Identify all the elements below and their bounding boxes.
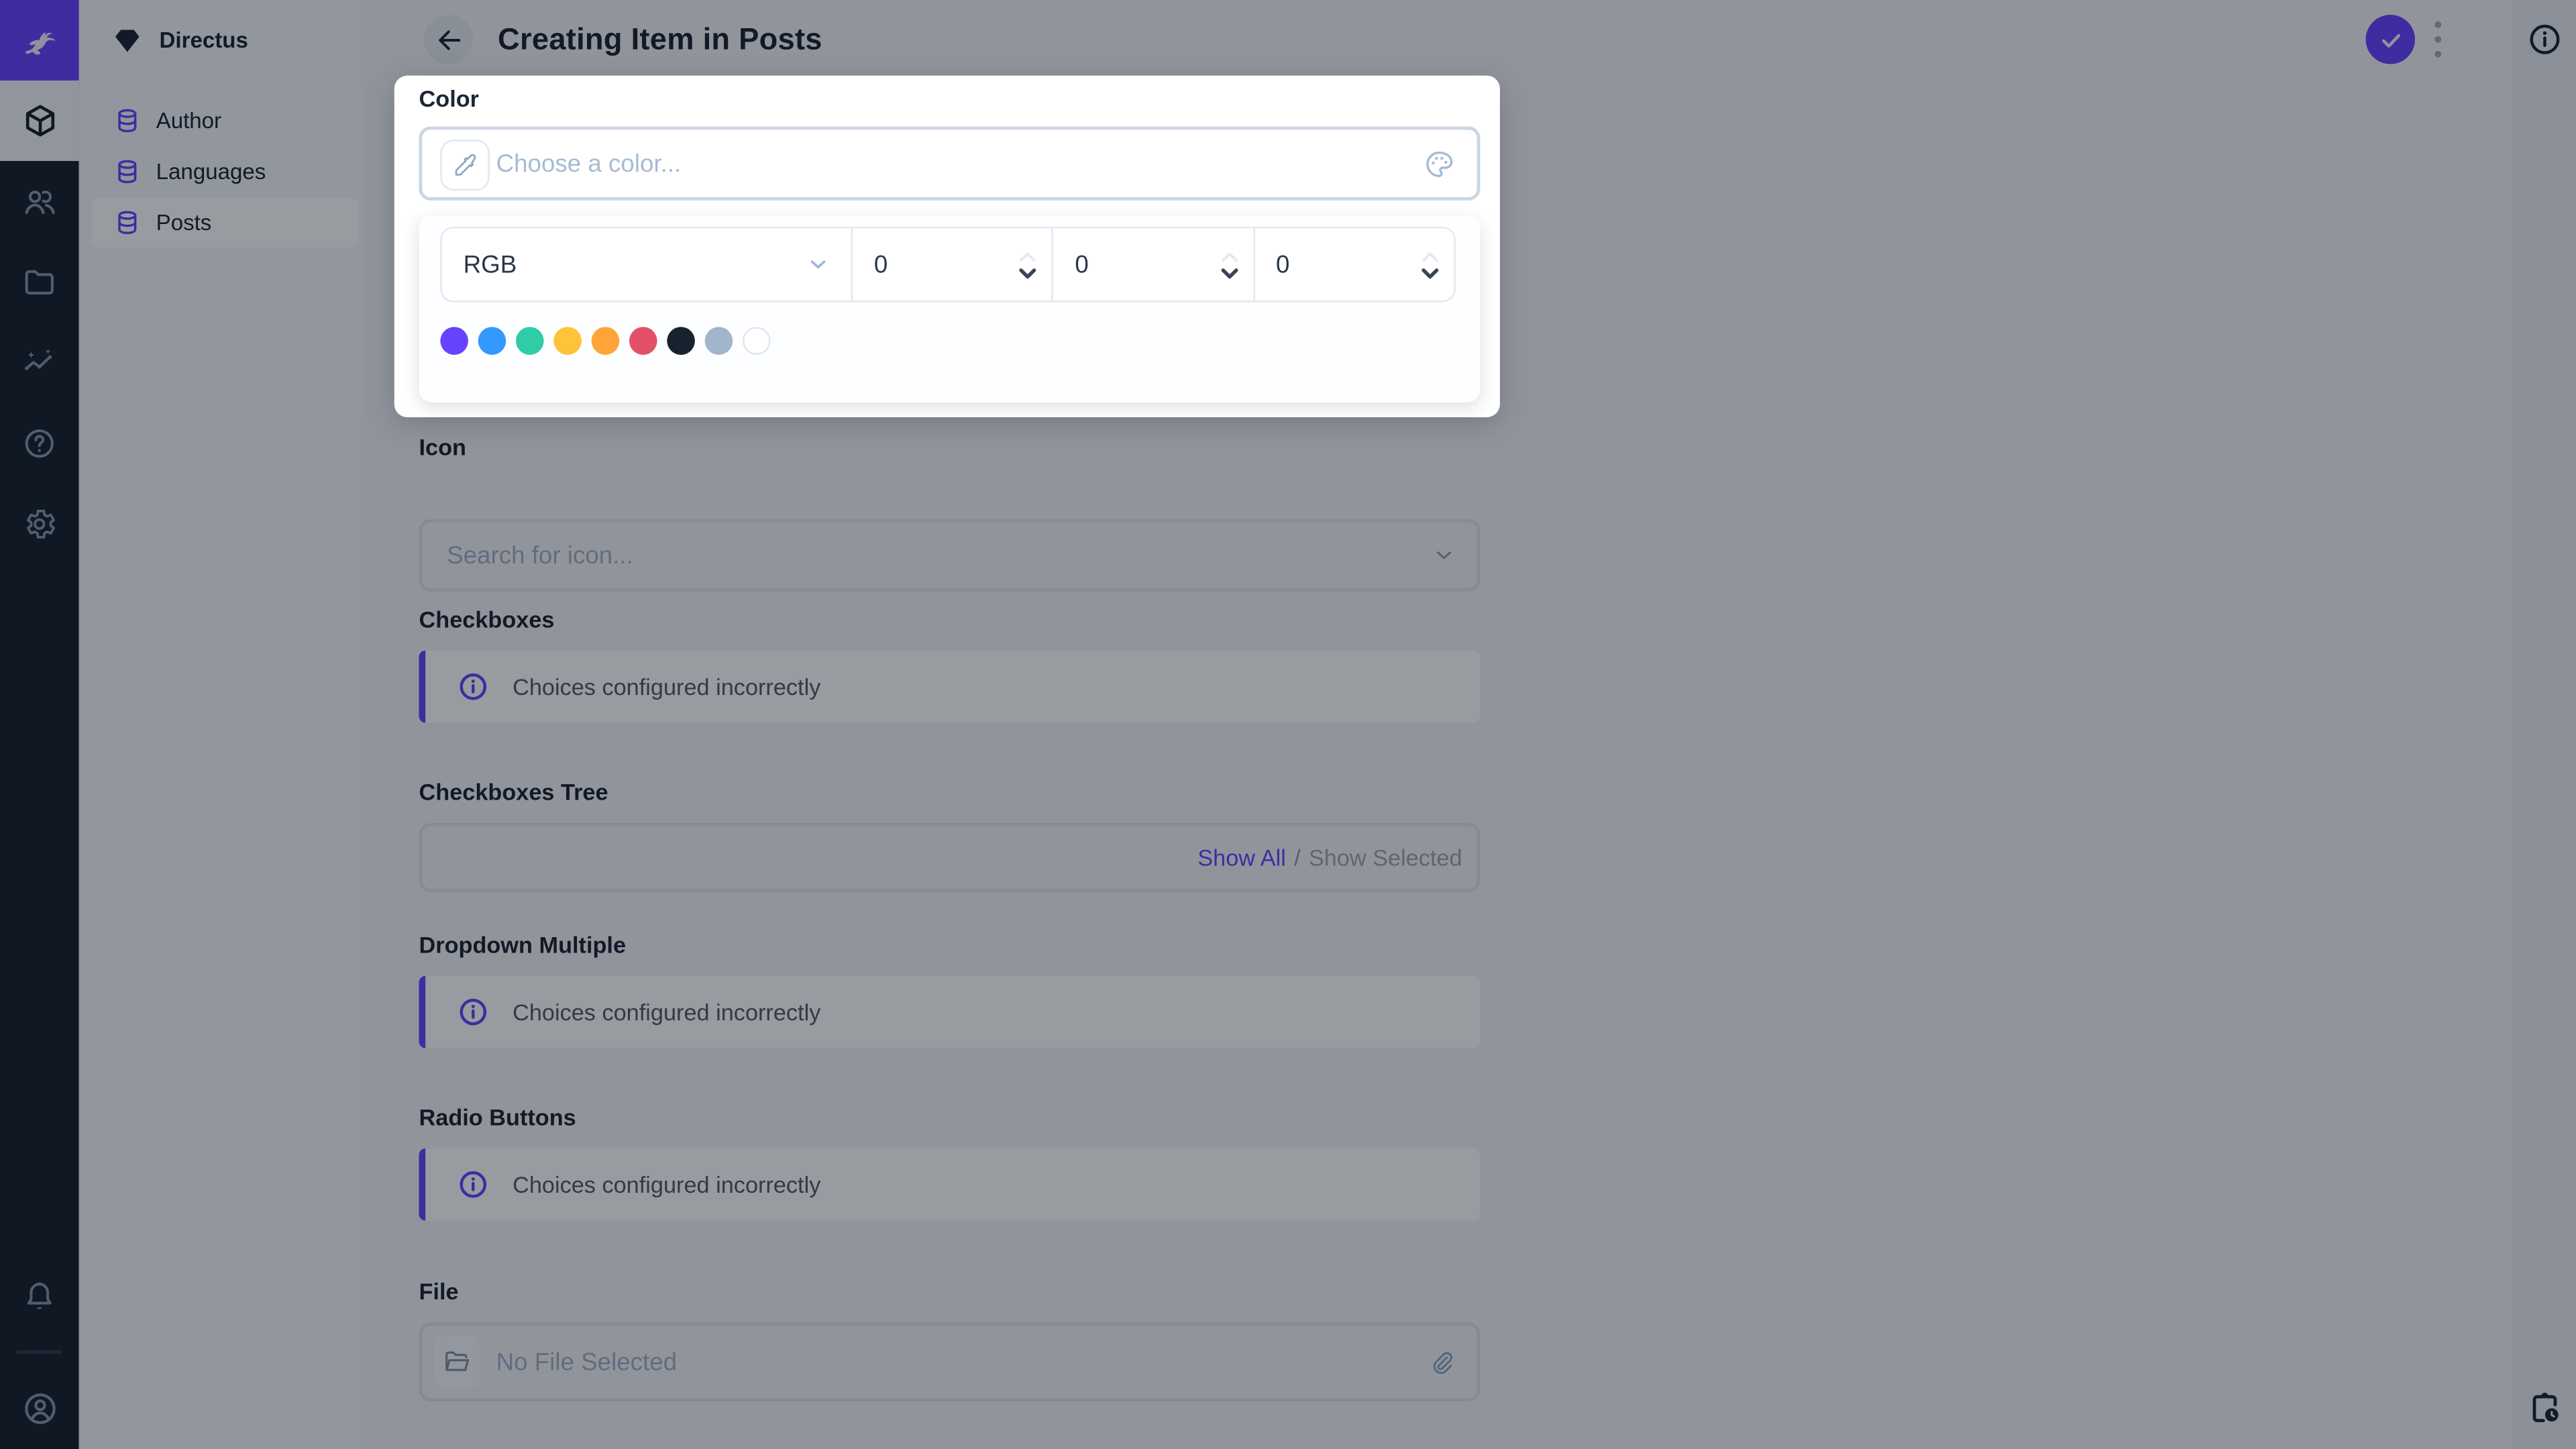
step-down-icon[interactable] [1019, 267, 1037, 278]
color-field-label: Color [419, 85, 480, 112]
color-presets [440, 327, 771, 355]
swatch-yellow[interactable] [553, 327, 582, 355]
blue-stepper[interactable] [1421, 250, 1439, 278]
swatch-purple[interactable] [440, 327, 468, 355]
rgb-input-group: RGB 0 0 0 [440, 226, 1456, 303]
rgb-red-input[interactable]: 0 [853, 228, 1054, 301]
step-down-icon[interactable] [1421, 267, 1439, 278]
color-mode-value: RGB [463, 250, 517, 279]
step-up-icon[interactable] [1421, 250, 1439, 262]
swatch-green[interactable] [515, 327, 544, 355]
swatch-red[interactable] [629, 327, 657, 355]
rgb-green-input[interactable]: 0 [1054, 228, 1255, 301]
swatch-gray[interactable] [704, 327, 733, 355]
color-input[interactable]: Choose a color... [419, 126, 1481, 201]
color-mode-select[interactable]: RGB [442, 228, 853, 301]
red-value: 0 [873, 250, 888, 279]
rgb-blue-input[interactable]: 0 [1254, 228, 1454, 301]
color-field-popup: Color Choose a color... RGB 0 0 0 [394, 75, 1500, 418]
step-up-icon[interactable] [1220, 250, 1238, 262]
chevron-down-icon [805, 252, 831, 278]
step-up-icon[interactable] [1019, 250, 1037, 262]
color-input-placeholder: Choose a color... [496, 149, 682, 178]
green-stepper[interactable] [1220, 250, 1238, 278]
swatch-orange[interactable] [591, 327, 620, 355]
color-picker-menu: RGB 0 0 0 [419, 215, 1481, 403]
palette-icon[interactable] [1423, 147, 1456, 180]
swatch-white[interactable] [742, 327, 771, 355]
blue-value: 0 [1276, 250, 1290, 279]
step-down-icon[interactable] [1220, 267, 1238, 278]
swatch-blue[interactable] [478, 327, 506, 355]
swatch-black[interactable] [667, 327, 695, 355]
green-value: 0 [1075, 250, 1089, 279]
red-stepper[interactable] [1019, 250, 1037, 278]
directus-app: Directus Author Languages Posts Creating… [0, 0, 2576, 1449]
eyedropper-button[interactable] [440, 140, 490, 191]
